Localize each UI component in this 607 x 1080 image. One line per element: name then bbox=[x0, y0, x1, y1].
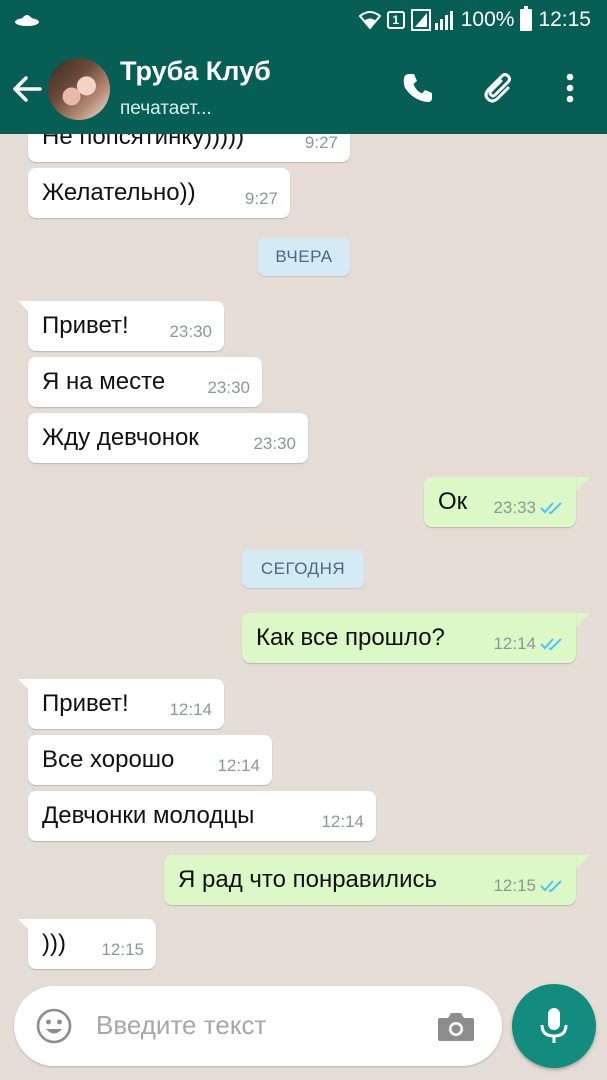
message-incoming[interactable]: Желательно)) 9:27 bbox=[28, 168, 290, 218]
avatar[interactable] bbox=[48, 58, 110, 120]
signal-icon bbox=[410, 9, 453, 31]
double-check-icon bbox=[540, 880, 562, 893]
message-time: 23:33 bbox=[493, 498, 536, 517]
message-text: Я на месте bbox=[42, 368, 166, 395]
message-text: Ок bbox=[438, 488, 468, 515]
status-bar: 1 100% 12:15 bbox=[0, 0, 607, 42]
clock: 12:15 bbox=[538, 8, 591, 31]
message-time: 23:30 bbox=[253, 434, 296, 453]
more-vert-icon[interactable] bbox=[552, 70, 588, 106]
ufo-notification-icon bbox=[15, 15, 39, 26]
message-time: 12:14 bbox=[321, 812, 364, 831]
message-text: Привет! bbox=[42, 312, 129, 339]
message-incoming[interactable]: Жду девчонок 23:30 bbox=[28, 413, 308, 463]
message-incoming[interactable]: Привет! 12:14 bbox=[28, 679, 224, 729]
message-outgoing[interactable]: Как все прошло? 12:14 bbox=[242, 613, 576, 663]
message-incoming[interactable]: ))) 12:15 bbox=[28, 919, 156, 969]
message-time: 12:14 bbox=[493, 634, 536, 653]
message-outgoing[interactable]: Ок 23:33 bbox=[424, 477, 576, 527]
wifi-icon bbox=[358, 11, 381, 30]
emoji-icon[interactable] bbox=[36, 1008, 72, 1044]
date-separator-today: СЕГОДНЯ bbox=[242, 550, 364, 588]
mic-icon bbox=[540, 1008, 568, 1043]
message-incoming[interactable]: Все хорошо 12:14 bbox=[28, 735, 272, 785]
message-time: 12:15 bbox=[101, 940, 144, 959]
battery-icon bbox=[520, 6, 533, 31]
message-time: 9:27 bbox=[244, 189, 278, 208]
message-text: Привет! bbox=[42, 690, 129, 717]
message-time: 12:14 bbox=[217, 756, 260, 775]
message-incoming[interactable]: Я на месте 23:30 bbox=[28, 357, 262, 407]
message-time: 12:14 bbox=[169, 700, 212, 719]
call-icon[interactable] bbox=[400, 70, 436, 106]
battery-percent: 100% bbox=[460, 8, 515, 31]
back-arrow-icon[interactable] bbox=[10, 72, 44, 106]
voice-record-button[interactable] bbox=[512, 984, 596, 1068]
message-composer[interactable]: Введите текст bbox=[14, 986, 502, 1066]
message-text: Я рад что понравились bbox=[178, 866, 437, 893]
typing-status: печатает... bbox=[120, 98, 212, 119]
sim-badge-icon: 1 bbox=[386, 11, 405, 29]
message-time: 23:30 bbox=[207, 378, 250, 397]
message-text: Девчонки молодцы bbox=[42, 802, 255, 829]
message-text: Жду девчонок bbox=[42, 424, 199, 451]
date-separator-yesterday: ВЧЕРА bbox=[258, 238, 350, 276]
message-text: Все хорошо bbox=[42, 746, 175, 773]
message-input[interactable]: Введите текст bbox=[96, 1010, 266, 1041]
bubble-tail bbox=[576, 613, 590, 627]
attach-icon[interactable] bbox=[482, 70, 518, 106]
message-incoming[interactable]: Не попсятинку))))) 9:27 bbox=[28, 134, 350, 162]
double-check-icon bbox=[540, 638, 562, 651]
double-check-icon bbox=[540, 502, 562, 515]
message-text: ))) bbox=[42, 930, 66, 957]
message-outgoing[interactable]: Я рад что понравились 12:15 bbox=[164, 855, 576, 905]
chat-header: Труба Клуб печатает... bbox=[0, 42, 607, 134]
message-text: Желательно)) bbox=[42, 179, 196, 206]
camera-icon[interactable] bbox=[436, 1008, 476, 1044]
message-text: Не попсятинку))))) bbox=[42, 134, 245, 150]
message-list[interactable]: Не попсятинку))))) 9:27 Желательно)) 9:2… bbox=[0, 134, 607, 980]
message-incoming[interactable]: Девчонки молодцы 12:14 bbox=[28, 791, 376, 841]
message-incoming[interactable]: Привет! 23:30 bbox=[28, 301, 224, 351]
message-text: Как все прошло? bbox=[256, 624, 445, 651]
message-time: 12:15 bbox=[493, 876, 536, 895]
message-time: 9:27 bbox=[304, 134, 338, 152]
message-time: 23:30 bbox=[169, 322, 212, 341]
bubble-tail bbox=[576, 855, 590, 869]
bubble-tail bbox=[576, 477, 590, 491]
contact-name[interactable]: Труба Клуб bbox=[120, 56, 271, 87]
